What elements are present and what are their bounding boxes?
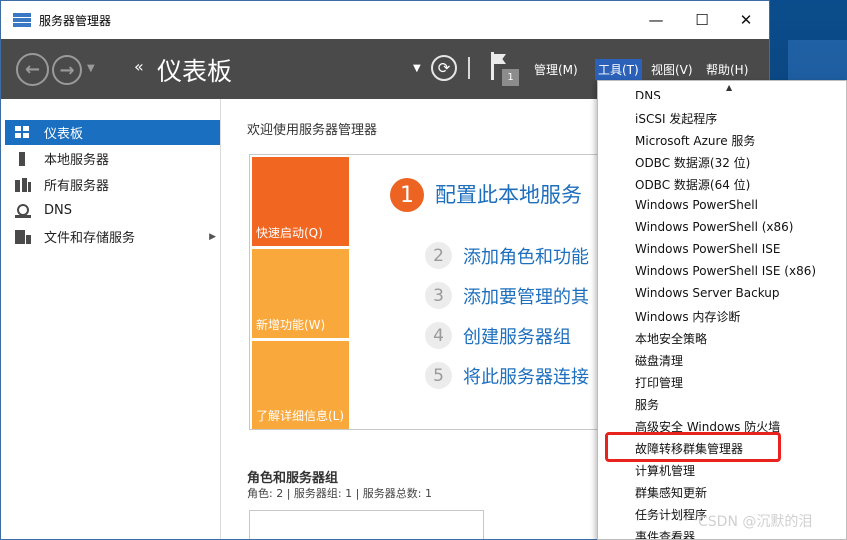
- step-link-create-group[interactable]: 创建服务器组: [463, 323, 571, 349]
- menu-manage[interactable]: 管理(M): [531, 59, 581, 80]
- menu-item-powershell-ise-x86[interactable]: Windows PowerShell ISE (x86): [635, 264, 816, 278]
- roles-heading: 角色和服务器组: [247, 471, 339, 486]
- menu-item-server-backup[interactable]: Windows Server Backup: [635, 286, 780, 300]
- breadcrumb-dropdown-icon[interactable]: ▼: [413, 63, 421, 74]
- window-title: 服务器管理器: [39, 13, 112, 28]
- history-dropdown-icon[interactable]: ▼: [87, 63, 95, 74]
- step-link-connect-cloud[interactable]: 将此服务器连接: [463, 363, 589, 389]
- tile-whats-new[interactable]: 新增功能(W): [252, 249, 349, 338]
- menu-item-local-security-policy[interactable]: 本地安全策略: [635, 330, 707, 347]
- tools-dropdown-menu: ▲ DNS iSCSI 发起程序 Microsoft Azure 服务 ODBC…: [597, 80, 847, 540]
- menu-item-iscsi[interactable]: iSCSI 发起程序: [635, 110, 717, 127]
- step-link-add-roles[interactable]: 添加角色和功能: [463, 243, 589, 269]
- menu-item-memory-diagnostic[interactable]: Windows 内存诊断: [635, 308, 740, 325]
- menu-help[interactable]: 帮助(H): [703, 59, 751, 80]
- sidebar-item-local-server[interactable]: 本地服务器: [5, 146, 220, 171]
- file-storage-icon: [15, 229, 31, 244]
- step-number-1: 1: [390, 178, 424, 212]
- breadcrumb-arrows-icon: ‹‹: [134, 57, 144, 76]
- role-tile[interactable]: [249, 510, 484, 539]
- roles-summary: 角色: 2 | 服务器组: 1 | 服务器总数: 1: [247, 487, 433, 500]
- server-manager-app-icon: [13, 13, 31, 27]
- menu-item-disk-cleanup[interactable]: 磁盘清理: [635, 352, 683, 369]
- scroll-up-icon[interactable]: ▲: [726, 83, 732, 92]
- tile-learn-more[interactable]: 了解详细信息(L): [252, 341, 349, 429]
- step-number-2: 2: [425, 242, 452, 269]
- header-divider: [468, 57, 470, 79]
- menu-item-azure-services[interactable]: Microsoft Azure 服务: [635, 132, 755, 149]
- back-button[interactable]: ←: [16, 53, 49, 86]
- highlight-annotation-box: [605, 432, 781, 462]
- sidebar-item-label: 文件和存储服务: [44, 231, 136, 246]
- notifications-button[interactable]: 1: [489, 52, 521, 88]
- flag-icon: [491, 52, 494, 80]
- quick-start-panel: 快速启动(Q) 新增功能(W) 了解详细信息(L) 1 配置此本地服务 2 添加…: [249, 154, 649, 430]
- menu-item-cluster-aware-updating[interactable]: 群集感知更新: [635, 484, 707, 501]
- menu-item-task-scheduler[interactable]: 任务计划程序: [635, 506, 707, 523]
- sidebar-item-dashboard[interactable]: 仪表板: [5, 120, 220, 145]
- close-button[interactable]: ✕: [723, 1, 769, 39]
- step-number-5: 5: [425, 362, 452, 389]
- refresh-icon: ⟳: [437, 59, 451, 77]
- expand-arrow-icon[interactable]: ▶: [209, 232, 216, 242]
- minimize-button[interactable]: —: [633, 1, 679, 39]
- menu-item-odbc-32[interactable]: ODBC 数据源(32 位): [635, 154, 750, 171]
- sidebar-item-label: DNS: [44, 203, 72, 218]
- sidebar-item-dns[interactable]: DNS: [5, 198, 220, 223]
- refresh-button[interactable]: ⟳: [431, 55, 457, 81]
- sidebar-item-file-storage[interactable]: 文件和存储服务 ▶: [5, 224, 220, 249]
- dashboard-icon: [15, 125, 31, 140]
- forward-button[interactable]: →: [52, 55, 82, 85]
- menu-item-dns[interactable]: DNS: [635, 89, 661, 99]
- menu-item-powershell-ise[interactable]: Windows PowerShell ISE: [635, 242, 781, 256]
- step-number-3: 3: [425, 282, 452, 309]
- sidebar-item-label: 仪表板: [44, 127, 84, 142]
- arrow-right-icon: →: [59, 59, 75, 81]
- sidebar-item-label: 所有服务器: [44, 179, 110, 194]
- server-icon: [15, 151, 31, 166]
- arrow-left-icon: ←: [24, 59, 41, 80]
- welcome-heading: 欢迎使用服务器管理器: [247, 123, 378, 138]
- menu-item-powershell[interactable]: Windows PowerShell: [635, 198, 758, 212]
- sidebar: 仪表板 本地服务器 所有服务器 DNS 文件和存储服务 ▶: [1, 99, 221, 539]
- dns-icon: [15, 203, 31, 218]
- menu-view[interactable]: 视图(V): [648, 59, 696, 80]
- title-bar: 服务器管理器 — ☐ ✕: [1, 1, 769, 39]
- step-link-add-servers[interactable]: 添加要管理的其: [463, 283, 589, 309]
- step-number-4: 4: [425, 322, 452, 349]
- sidebar-item-all-servers[interactable]: 所有服务器: [5, 172, 220, 197]
- watermark: CSDN @沉默的泪: [698, 514, 813, 530]
- maximize-button[interactable]: ☐: [679, 1, 725, 39]
- notification-badge: 1: [502, 69, 519, 86]
- menu-item-computer-management[interactable]: 计算机管理: [635, 462, 695, 479]
- page-title: 仪表板: [157, 57, 233, 86]
- menu-item-services[interactable]: 服务: [635, 396, 659, 413]
- sidebar-item-label: 本地服务器: [44, 153, 110, 168]
- tile-quick-start[interactable]: 快速启动(Q): [252, 157, 349, 246]
- servers-icon: [15, 177, 31, 192]
- menu-item-odbc-64[interactable]: ODBC 数据源(64 位): [635, 176, 750, 193]
- menu-item-powershell-x86[interactable]: Windows PowerShell (x86): [635, 220, 793, 234]
- menu-item-print-management[interactable]: 打印管理: [635, 374, 683, 391]
- menu-tools[interactable]: 工具(T): [595, 59, 642, 80]
- step-link-configure-local-server[interactable]: 配置此本地服务: [435, 179, 582, 209]
- menu-item-event-viewer[interactable]: 事件查看器: [635, 528, 695, 539]
